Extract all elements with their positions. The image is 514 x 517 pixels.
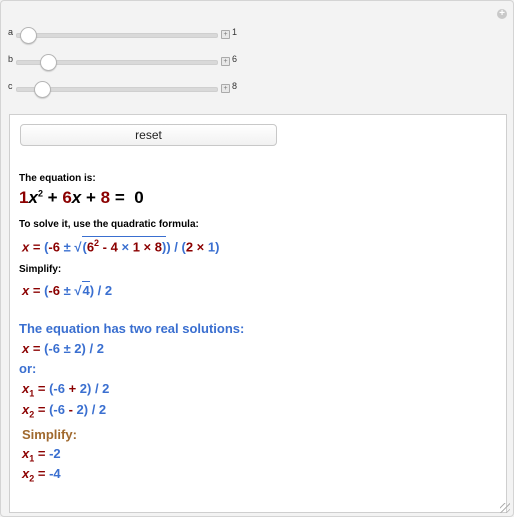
x1-result-value: -2 xyxy=(49,446,61,461)
slider-a-thumb[interactable] xyxy=(20,27,37,44)
coef-c: 8 xyxy=(100,188,111,207)
slider-c-label: c xyxy=(8,81,13,91)
c-value: 8 xyxy=(154,239,162,255)
x2-var: x2 xyxy=(22,402,35,420)
slider-c-thumb[interactable] xyxy=(34,81,51,98)
minus-four: - 4 xyxy=(99,239,122,255)
equation-heading: The equation is: xyxy=(19,173,96,184)
var-x: x xyxy=(28,188,38,207)
resize-grip-icon[interactable] xyxy=(500,503,510,513)
two: 2 xyxy=(185,239,194,255)
x2-expression: x2 = (-6 - 2) / 2 xyxy=(22,402,106,420)
quadratic-formula: x = (-6 ± √(62 - 4 × 1 × 8)) / (2 × 1) xyxy=(22,236,219,254)
div-open: ) / ( xyxy=(166,239,186,255)
denominator-2: 2 xyxy=(104,283,113,298)
slider-a-label: a xyxy=(8,27,14,37)
plus2: + xyxy=(81,188,101,207)
x2-result: x2 = -4 xyxy=(22,466,61,484)
manipulate-frame: + a + 1 b + 6 c + 8 reset The equation i… xyxy=(0,0,514,517)
solve-heading: To solve it, use the quadratic formula: xyxy=(19,219,199,230)
slider-b: b + 6 xyxy=(1,51,514,71)
slider-c-track[interactable] xyxy=(16,81,218,98)
plus-minus-2: ± xyxy=(59,283,75,298)
slider-b-thumb[interactable] xyxy=(40,54,57,71)
simplified-formula: x = (-6 ± √4) / 2 xyxy=(22,281,112,298)
slider-a-track[interactable] xyxy=(16,27,218,44)
var-x2: x xyxy=(71,188,82,207)
reset-button[interactable]: reset xyxy=(20,124,277,146)
pm-solution: x = (-6 ± 2) / 2 xyxy=(22,341,104,356)
slider-a: a + 1 xyxy=(1,24,514,44)
x1-close: 2) / 2 xyxy=(76,381,110,396)
sqrt-symbol-2: √ xyxy=(74,283,82,298)
coef-b: 6 xyxy=(62,188,72,207)
slider-c: c + 8 xyxy=(1,78,514,98)
times-2: × xyxy=(139,239,155,255)
neg-b-2: -6 xyxy=(48,283,60,298)
simplify2-heading: Simplify: xyxy=(22,427,77,442)
slider-a-expand-icon[interactable]: + xyxy=(221,30,230,39)
x2-result-value: -4 xyxy=(49,466,61,481)
x1-open: (-6 xyxy=(49,381,69,396)
lhs-2: x = xyxy=(22,283,45,298)
x1-var: x1 xyxy=(22,381,35,399)
slider-c-expand-icon[interactable]: + xyxy=(221,84,230,93)
x1-eq: = xyxy=(34,381,50,396)
lhs: x = xyxy=(22,239,45,255)
slider-b-expand-icon[interactable]: + xyxy=(221,57,230,66)
slider-b-label: b xyxy=(8,54,14,64)
equation: 1x2 + 6x + 8 = 0 xyxy=(19,188,144,208)
slider-b-value: 6 xyxy=(232,54,238,64)
options-plus-icon[interactable]: + xyxy=(497,9,507,19)
pm-lhs: x = xyxy=(22,341,45,356)
plus-minus: ± xyxy=(59,239,75,255)
slider-b-track[interactable] xyxy=(16,54,218,71)
x1-result-eq: = xyxy=(34,446,50,461)
x1-expression: x1 = (-6 + 2) / 2 xyxy=(22,381,109,399)
neg-b: -6 xyxy=(48,239,60,255)
close-paren: ) xyxy=(215,239,220,255)
a-value: 1 xyxy=(132,239,140,255)
equals-zero: = 0 xyxy=(110,188,144,207)
slider-a-value: 1 xyxy=(232,27,238,37)
two-solutions-heading: The equation has two real solutions: xyxy=(19,321,245,336)
x1-result: x1 = -2 xyxy=(22,446,61,464)
x2-open: (-6 xyxy=(49,402,69,417)
x2-result-eq: = xyxy=(34,466,50,481)
b-base: 6 xyxy=(86,239,95,255)
times-1: × xyxy=(121,239,133,255)
x2-close: 2) / 2 xyxy=(72,402,107,417)
x1-result-var: x1 xyxy=(22,446,35,464)
radicand: (62 - 4 × 1 × 8) xyxy=(82,236,167,255)
slider-c-value: 8 xyxy=(232,81,238,91)
simplify-heading: Simplify: xyxy=(19,264,62,275)
div-2: ) / xyxy=(89,283,105,298)
discriminant: 4 xyxy=(82,281,90,298)
plus: + xyxy=(42,188,63,207)
or-label: or: xyxy=(19,361,37,376)
pm-expression: (-6 ± 2) / 2 xyxy=(44,341,104,356)
x2-result-var: x2 xyxy=(22,466,35,484)
times-3: × xyxy=(193,239,208,255)
x2-eq: = xyxy=(34,402,50,417)
output-panel: reset The equation is: 1x2 + 6x + 8 = 0 … xyxy=(9,114,507,513)
sqrt-symbol: √ xyxy=(74,239,82,255)
